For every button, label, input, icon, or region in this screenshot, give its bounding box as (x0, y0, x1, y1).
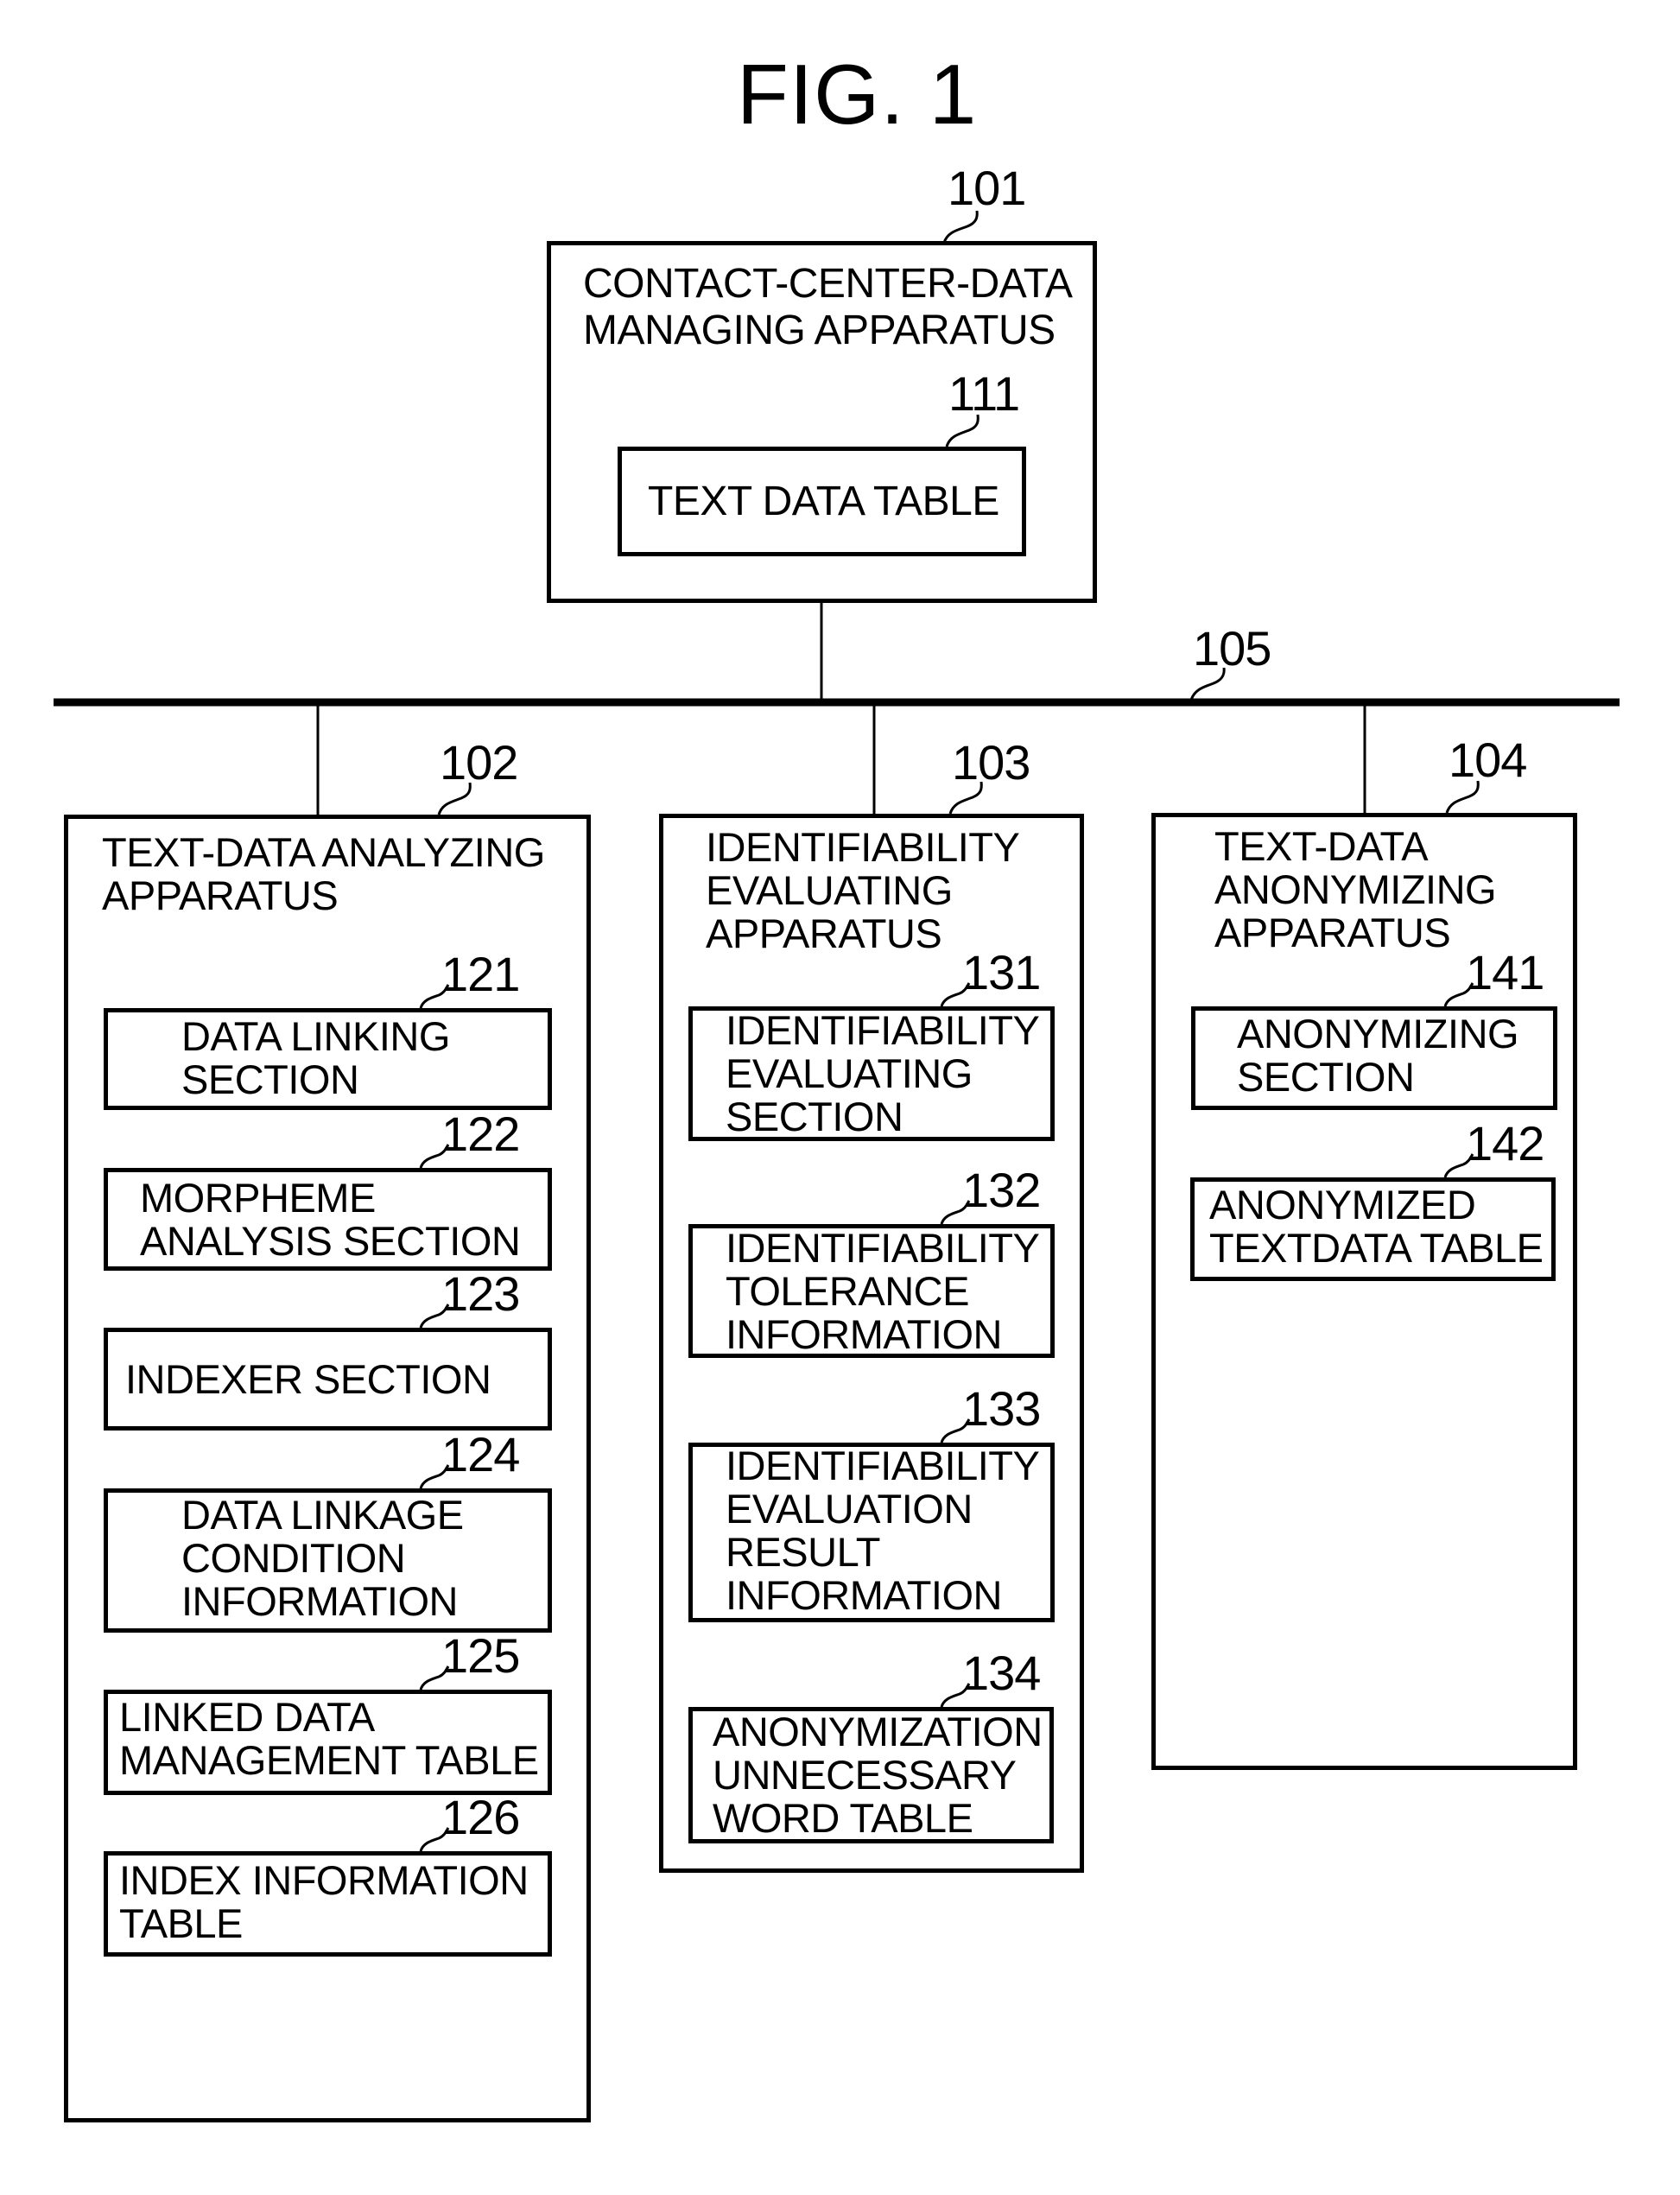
ref-label-104: 104 (1449, 733, 1527, 787)
morpheme-analysis-section-label: MORPHEME ANALYSIS SECTION (140, 1175, 521, 1264)
ref-label-133: 133 (962, 1381, 1041, 1436)
ref-label-126: 126 (441, 1790, 520, 1844)
ref-label-121: 121 (441, 947, 520, 1001)
text-data-table-label: TEXT DATA TABLE (648, 479, 999, 524)
apparatus-104-label: TEXT-DATA ANONYMIZING APPARATUS (1214, 823, 1497, 955)
ref-label-125: 125 (441, 1628, 520, 1683)
linked-data-management-table-label: LINKED DATA MANAGEMENT TABLE (119, 1694, 539, 1783)
ref-label-103: 103 (952, 735, 1030, 790)
ref-label-124: 124 (441, 1427, 520, 1481)
ref-label-123: 123 (441, 1266, 520, 1321)
ref-label-111: 111 (948, 366, 1020, 421)
ref-label-101: 101 (948, 161, 1026, 215)
ref-label-122: 122 (441, 1107, 520, 1161)
figure-title: FIG. 1 (737, 47, 978, 142)
leader-101 (942, 210, 979, 244)
patent-figure: FIG. 1 105 101 CONTACT-CENTER-DATA MANAG… (0, 0, 1680, 2195)
identifiability-evaluating-section-label: IDENTIFIABILITY EVALUATING SECTION (726, 1007, 1040, 1139)
anonymization-unnecessary-word-table-label: ANONYMIZATION UNNECESSARY WORD TABLE (713, 1709, 1043, 1841)
identifiability-tolerance-information-label: IDENTIFIABILITY TOLERANCE INFORMATION (726, 1225, 1040, 1357)
ref-label-142: 142 (1466, 1116, 1544, 1170)
indexer-section-label: INDEXER SECTION (125, 1356, 491, 1402)
ref-label-141: 141 (1466, 945, 1544, 999)
apparatus-102-label: TEXT-DATA ANALYZING APPARATUS (102, 829, 545, 918)
ref-label-132: 132 (962, 1163, 1041, 1217)
ref-label-134: 134 (962, 1646, 1041, 1700)
ref-label-102: 102 (440, 735, 518, 790)
index-information-table-label: INDEX INFORMATION TABLE (119, 1857, 529, 1946)
anonymizing-section-label: ANONYMIZING SECTION (1237, 1011, 1519, 1100)
anonymized-textdata-table-label: ANONYMIZED TEXTDATA TABLE (1209, 1182, 1544, 1271)
ref-label-131: 131 (962, 945, 1041, 999)
apparatus-103-label: IDENTIFIABILITY EVALUATING APPARATUS (706, 824, 1020, 956)
data-linking-section-label: DATA LINKING SECTION (181, 1013, 450, 1102)
apparatus-101-label: CONTACT-CENTER-DATA MANAGING APPARATUS (583, 261, 1073, 353)
data-linkage-condition-information-label: DATA LINKAGE CONDITION INFORMATION (181, 1492, 464, 1624)
identifiability-evaluation-result-information-label: IDENTIFIABILITY EVALUATION RESULT INFORM… (726, 1443, 1040, 1618)
ref-label-105: 105 (1193, 621, 1271, 676)
